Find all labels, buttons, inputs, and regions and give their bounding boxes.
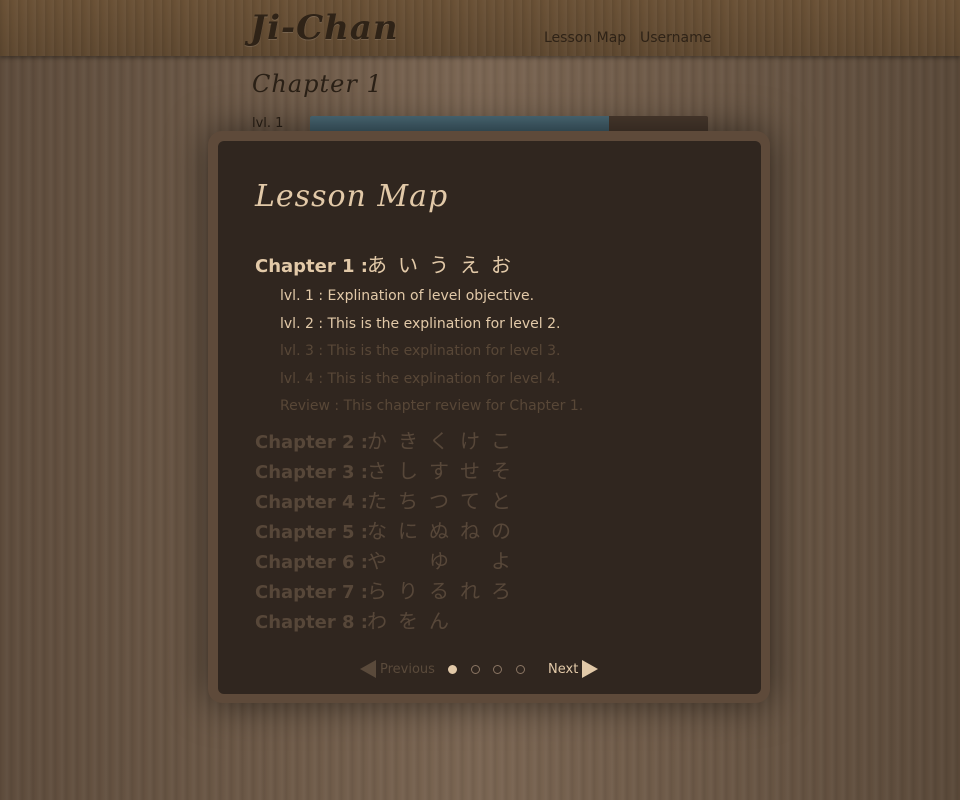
arrow-right-icon (582, 660, 599, 678)
previous-button[interactable]: Previous (360, 660, 435, 678)
chapter-row-5: Chapter 5 : な に ぬ ね の (255, 515, 735, 545)
chapter-kana: か き く け こ (367, 425, 522, 454)
kana-char: う (429, 253, 449, 277)
chapter-kana: た ち つ て と (367, 485, 522, 514)
kana-char: な (367, 518, 387, 543)
kana-char: を (398, 608, 418, 633)
chapter-label: Chapter 3 : (255, 461, 369, 483)
level-label: lvl. 1 (252, 116, 284, 131)
previous-label: Previous (380, 661, 435, 677)
lesson-map-modal: Lesson Map Chapter 1 : あ い う え お lvl. 1 … (208, 131, 770, 703)
kana-char: く (429, 428, 449, 453)
level-item-2[interactable]: lvl. 2 : This is the explination for lev… (280, 311, 735, 339)
chapter-row-4: Chapter 4 : た ち つ て と (255, 485, 735, 515)
page-dot-3[interactable] (493, 665, 502, 674)
chapter-row-8: Chapter 8 : わ を ん (255, 605, 735, 635)
chapter-label: Chapter 7 : (255, 581, 369, 603)
chapter-label: Chapter 8 : (255, 611, 369, 633)
kana-char: ろ (491, 578, 511, 603)
kana-char: れ (460, 578, 480, 603)
chapter-row-1[interactable]: Chapter 1 : あ い う え お (255, 249, 735, 279)
chapter-kana: や ゆ よ (367, 545, 522, 574)
lesson-map-panel: Lesson Map Chapter 1 : あ い う え お lvl. 1 … (218, 141, 761, 694)
nav-lesson-map[interactable]: Lesson Map (544, 30, 626, 46)
kana-char: ん (429, 608, 449, 633)
kana-char: よ (491, 548, 511, 573)
level-item-1[interactable]: lvl. 1 : Explination of level objective. (280, 283, 735, 311)
page-title: Chapter 1 (252, 70, 383, 98)
chapter-label: Chapter 1 : (255, 256, 369, 277)
chapter-kana: わ を ん (367, 605, 460, 634)
chapter-row-7: Chapter 7 : ら り る れ ろ (255, 575, 735, 605)
kana-char: に (398, 518, 418, 543)
kana-char: き (398, 428, 418, 453)
next-button[interactable]: Next (548, 660, 599, 678)
chapter-label: Chapter 5 : (255, 521, 369, 543)
kana-char: ね (460, 518, 480, 543)
kana-char: あ (367, 253, 387, 277)
kana-char: ち (398, 488, 418, 513)
kana-char: の (491, 518, 511, 543)
page-dot-4[interactable] (515, 665, 525, 674)
kana-char: り (398, 578, 418, 603)
kana-char: え (460, 253, 480, 277)
chapter-label: Chapter 2 : (255, 431, 369, 453)
kana-char: ぬ (429, 518, 449, 543)
chapter-row-2: Chapter 2 : か き く け こ (255, 425, 735, 455)
kana-char: こ (491, 428, 511, 453)
chapter-kana: ら り る れ ろ (367, 575, 522, 604)
kana-char: い (398, 253, 418, 277)
chapter-kana: さ し す せ そ (367, 455, 522, 484)
kana-char: さ (367, 458, 387, 483)
kana-char (460, 545, 491, 574)
kana-char: て (460, 488, 480, 513)
kana-char: す (429, 458, 449, 483)
kana-char: や (367, 548, 387, 573)
kana-char: わ (367, 608, 387, 633)
nav-username[interactable]: Username (640, 30, 711, 46)
pager: Previous Next (218, 659, 761, 683)
arrow-left-icon (360, 660, 376, 678)
kana-char: せ (460, 458, 480, 483)
kana-char: ゆ (429, 548, 449, 573)
modal-title: Lesson Map (255, 179, 449, 214)
top-bar: Ji-Chan Lesson Map Username (0, 0, 960, 56)
level-item-3: lvl. 3 : This is the explination for lev… (280, 343, 561, 359)
kana-char: ら (367, 578, 387, 603)
logo[interactable]: Ji-Chan (250, 8, 399, 48)
kana-char: か (367, 428, 387, 453)
kana-char: と (491, 488, 511, 513)
next-label: Next (548, 661, 579, 677)
kana-char (398, 545, 429, 574)
level-item-review: Review : This chapter review for Chapter… (280, 398, 584, 414)
chapter-list: Chapter 1 : あ い う え お lvl. 1 : Explinati… (255, 249, 735, 635)
kana-char: お (491, 253, 511, 277)
level-item-4: lvl. 4 : This is the explination for lev… (280, 370, 561, 387)
chapter-row-6: Chapter 6 : や ゆ よ (255, 545, 735, 575)
chapter-label: Chapter 6 : (255, 551, 369, 573)
kana-char: し (398, 458, 418, 483)
page-dot-2[interactable] (470, 665, 480, 674)
kana-char: け (460, 428, 480, 453)
chapter-label: Chapter 4 : (255, 491, 369, 513)
kana-char: る (429, 578, 449, 603)
page-dots (448, 665, 538, 674)
kana-char: つ (429, 488, 449, 513)
kana-char: た (367, 488, 387, 513)
kana-char: そ (491, 458, 511, 483)
page-dot-1[interactable] (448, 665, 457, 674)
chapter-1-levels: lvl. 1 : Explination of level objective.… (280, 283, 735, 421)
chapter-kana: あ い う え お (367, 249, 522, 278)
chapter-kana: な に ぬ ね の (367, 515, 522, 544)
chapter-row-3: Chapter 3 : さ し す せ そ (255, 455, 735, 485)
